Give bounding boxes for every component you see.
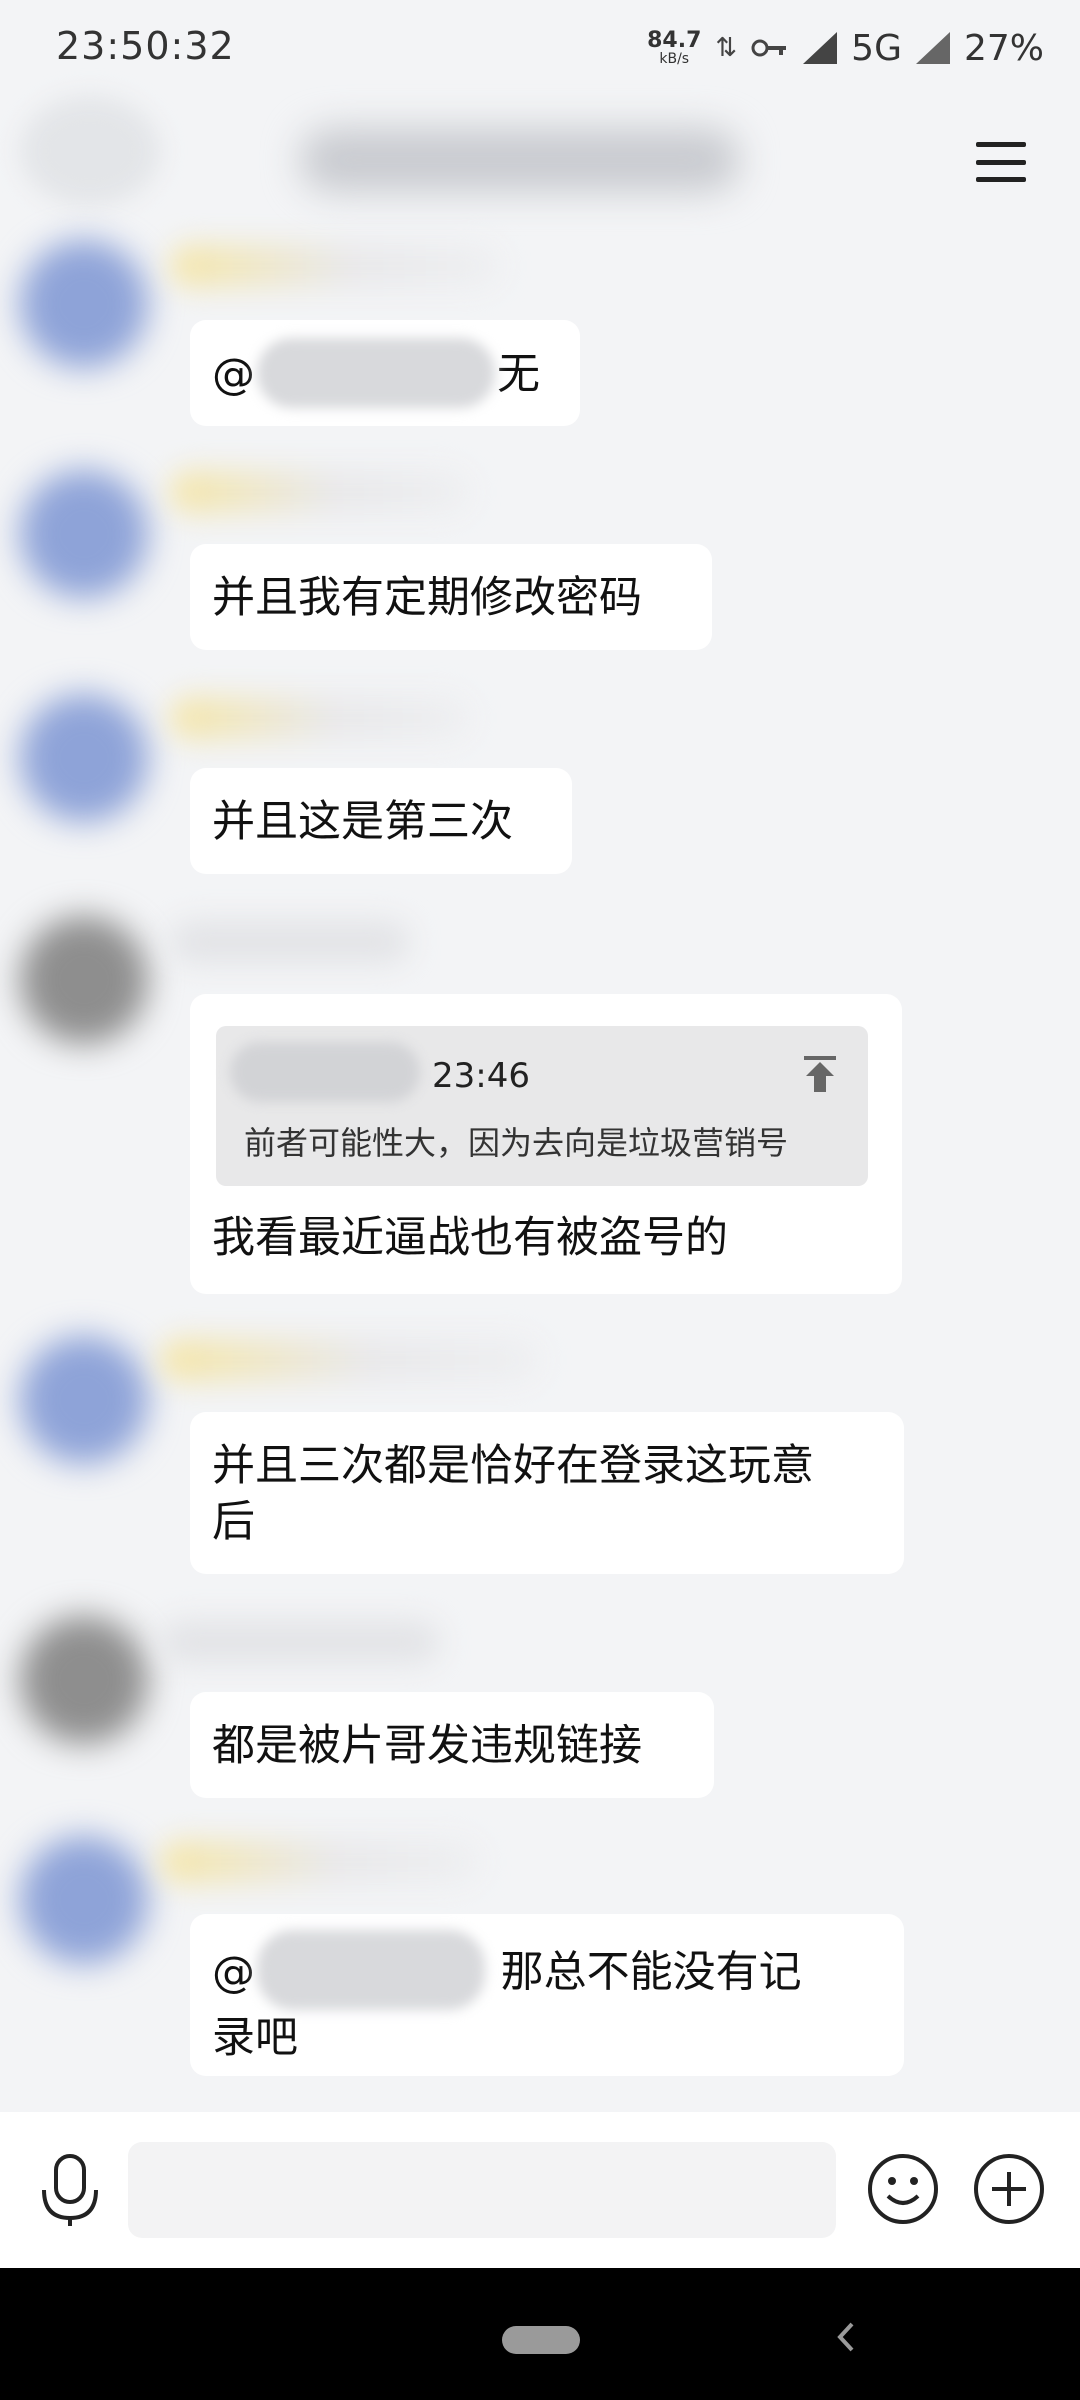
sender-name-blurred xyxy=(170,696,470,740)
message-input[interactable] xyxy=(128,2142,836,2238)
message-text: 我看最近逼战也有被盗号的 xyxy=(212,1213,728,1263)
avatar[interactable] xyxy=(20,916,148,1044)
message-bubble[interactable]: 并且三次都是恰好在登录这玩意 后 xyxy=(190,1412,904,1574)
redacted-mention xyxy=(257,338,495,408)
message-bubble[interactable]: 并且我有定期修改密码 xyxy=(190,544,712,650)
input-bar xyxy=(0,2112,1080,2268)
avatar[interactable] xyxy=(20,1836,148,1964)
redacted-quote-sender xyxy=(230,1042,420,1102)
back-icon[interactable] xyxy=(826,2312,866,2362)
sender-name-blurred xyxy=(160,1620,440,1664)
quote-time: 23:46 xyxy=(432,1056,530,1096)
sender-name-blurred xyxy=(170,920,410,964)
avatar[interactable] xyxy=(20,1336,148,1464)
avatar[interactable] xyxy=(20,240,148,368)
message-text-continued: 录吧 xyxy=(212,2013,298,2063)
status-time: 23:50:32 xyxy=(56,24,235,68)
chat-title-blurred xyxy=(300,128,740,192)
home-pill[interactable] xyxy=(502,2326,580,2354)
signal-icon-secondary xyxy=(915,32,950,64)
group-avatar-blurred xyxy=(20,96,160,206)
message-text: 都是被片哥发违规链接 xyxy=(212,1721,642,1771)
message-text: 无 xyxy=(497,349,540,400)
pin-top-icon[interactable] xyxy=(800,1054,840,1094)
menu-icon[interactable] xyxy=(976,142,1026,182)
signal-icon xyxy=(803,32,838,64)
message-text: 并且我有定期修改密码 xyxy=(212,573,642,623)
message-bubble[interactable]: 都是被片哥发违规链接 xyxy=(190,1692,714,1798)
network-speed: 84.7 kB/s xyxy=(647,28,702,67)
message-text: 并且三次都是恰好在登录这玩意 xyxy=(212,1441,814,1491)
message-bubble[interactable]: @ 那总不能没有记 录吧 xyxy=(190,1914,904,2076)
network-speed-unit: kB/s xyxy=(659,51,690,67)
battery-level: 27% xyxy=(963,27,1044,69)
data-transfer-icon: ⇅ xyxy=(715,33,738,63)
microphone-icon[interactable] xyxy=(36,2152,104,2228)
message-text-continued: 后 xyxy=(212,1497,255,1547)
redacted-mention xyxy=(257,1930,485,2010)
sender-name-blurred xyxy=(160,1840,480,1884)
plus-icon[interactable] xyxy=(972,2152,1046,2226)
vpn-key-icon xyxy=(751,39,787,57)
network-type: 5G xyxy=(851,27,902,69)
sender-name-blurred xyxy=(170,244,500,288)
network-speed-value: 84.7 xyxy=(647,28,702,53)
avatar[interactable] xyxy=(20,1616,148,1744)
message-text: 并且这是第三次 xyxy=(212,797,513,847)
message-bubble[interactable]: 并且这是第三次 xyxy=(190,768,572,874)
chat-header xyxy=(0,96,1080,226)
quoted-message[interactable]: 23:46 前者可能性大，因为去向是垃圾营销号 xyxy=(216,1026,868,1186)
message-text: 那总不能没有记 xyxy=(487,1947,802,1998)
status-bar: 23:50:32 84.7 kB/s ⇅ 5G 27% xyxy=(0,0,1080,96)
system-nav-bar xyxy=(0,2268,1080,2400)
emoji-icon[interactable] xyxy=(866,2152,940,2226)
status-icons: 84.7 kB/s ⇅ 5G 27% xyxy=(647,22,1044,74)
avatar[interactable] xyxy=(20,694,148,822)
mention-prefix: @ xyxy=(212,1947,255,1998)
quote-text: 前者可能性大，因为去向是垃圾营销号 xyxy=(244,1124,789,1162)
mention-prefix: @ xyxy=(212,349,255,400)
sender-name-blurred xyxy=(170,470,470,514)
message-list[interactable]: @ 无 并且我有定期修改密码 并且这是第三次 23:46 前者可能性大，因为去向是… xyxy=(0,220,1080,2110)
sender-name-blurred xyxy=(160,1338,540,1382)
avatar[interactable] xyxy=(20,470,148,598)
message-bubble[interactable]: @ 无 xyxy=(190,320,580,426)
